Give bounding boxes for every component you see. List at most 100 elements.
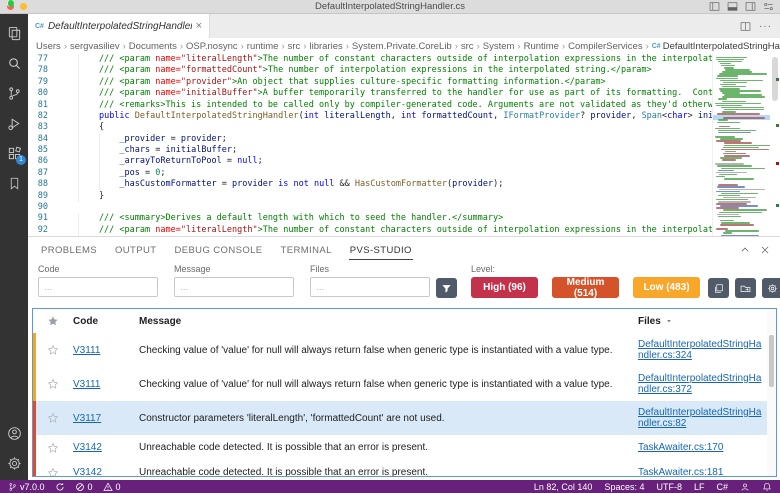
code-line[interactable]: 85 _chars = initialBuffer; <box>28 145 712 157</box>
split-editor-icon[interactable] <box>740 21 751 32</box>
breadcrumb-item[interactable]: runtime <box>247 41 279 52</box>
extensions-icon[interactable]: 1 <box>0 138 28 168</box>
code-line[interactable]: 89 } <box>28 190 712 202</box>
level-button-low[interactable]: Low (483) <box>633 277 700 298</box>
code-line[interactable]: 91 /// <summary>Derives a default length… <box>28 213 712 225</box>
message-filter-input[interactable] <box>174 277 294 297</box>
favorite-star-icon[interactable] <box>33 467 73 476</box>
settings-gear-icon[interactable] <box>0 448 28 478</box>
breadcrumb-item[interactable]: src <box>461 41 474 52</box>
code-line[interactable]: 79 /// <param name="provider">An object … <box>28 76 712 89</box>
warning-file-link[interactable]: TaskAwaiter.cs:170 <box>638 442 766 454</box>
breadcrumb-item[interactable]: Documents <box>129 41 177 52</box>
warning-row[interactable]: V3142 Unreachable code detected. It is po… <box>33 435 776 460</box>
eol-item[interactable]: LF <box>694 482 705 492</box>
warning-code-link[interactable]: V3111 <box>73 379 100 390</box>
pvs-settings-button[interactable] <box>762 278 780 298</box>
tab-default-interpolated-string-handler[interactable]: C# DefaultInterpolatedStringHandler.cs × <box>28 14 210 38</box>
warning-file-link[interactable]: TaskAwaiter.cs:181 <box>638 467 766 476</box>
favorite-star-icon[interactable] <box>33 378 73 390</box>
favorites-column-header[interactable] <box>33 315 73 327</box>
cursor-position-item[interactable]: Ln 82, Col 140 <box>534 482 593 492</box>
code-line[interactable]: 88 _hasCustomFormatter = provider is not… <box>28 179 712 191</box>
pvs-version-item[interactable]: v7.0.0 <box>8 482 45 492</box>
breadcrumb-item[interactable]: src <box>288 41 301 52</box>
level-button-medium[interactable]: Medium (514) <box>552 277 619 299</box>
code-line[interactable]: 81 /// <remarks>This is intended to be c… <box>28 99 712 111</box>
breadcrumb-item[interactable]: DefaultInterpolatedStringHandler.cs <box>663 41 780 52</box>
code-line[interactable]: 80 /// <param name="initialBuffer">A buf… <box>28 88 712 100</box>
maximize-panel-icon[interactable] <box>740 245 750 255</box>
feedback-item[interactable] <box>740 482 750 492</box>
search-icon[interactable] <box>0 48 28 78</box>
account-icon[interactable] <box>0 418 28 448</box>
customize-layout-icon[interactable] <box>763 1 774 12</box>
favorite-star-icon[interactable] <box>33 412 73 424</box>
warning-code-link[interactable]: V3117 <box>73 413 101 424</box>
copy-report-button[interactable] <box>708 278 729 298</box>
breadcrumb-item[interactable]: Runtime <box>524 41 559 52</box>
toggle-panel-icon[interactable] <box>727 1 738 12</box>
warning-code-link[interactable]: V3142 <box>73 442 102 453</box>
errors-item[interactable]: 0 <box>75 482 93 492</box>
bookmarks-icon[interactable] <box>0 168 28 198</box>
warning-row[interactable]: V3142 Unreachable code detected. It is po… <box>33 460 776 476</box>
code-line[interactable]: 77 /// <param name="literalLength">The n… <box>28 54 712 66</box>
warning-file-link[interactable]: DefaultInterpolatedStringHandler.cs:82 <box>638 407 766 430</box>
editor-scrollbar[interactable] <box>770 54 780 236</box>
code-line[interactable]: 87 _pos = 0; <box>28 167 712 180</box>
panel-tab-problems[interactable]: PROBLEMS <box>40 240 98 259</box>
breadcrumb-item[interactable]: libraries <box>309 41 342 52</box>
warning-code-link[interactable]: V3142 <box>73 467 102 476</box>
code-line[interactable]: 92 /// <param name="literalLength">The n… <box>28 224 712 236</box>
filter-funnel-button[interactable] <box>436 278 457 298</box>
warning-file-link[interactable]: DefaultInterpolatedStringHandler.cs:324 <box>638 339 766 362</box>
table-scrollbar[interactable] <box>767 309 776 476</box>
code-filter-input[interactable] <box>38 277 158 297</box>
encoding-item[interactable]: UTF-8 <box>656 482 682 492</box>
source-control-icon[interactable] <box>0 78 28 108</box>
breadcrumb-item[interactable]: CompilerServices <box>568 41 642 52</box>
code-editor[interactable]: 77 /// <param name="literalLength">The n… <box>28 54 780 236</box>
minimap[interactable] <box>712 54 770 236</box>
code-line[interactable]: 78 /// <param name="formattedCount">The … <box>28 65 712 77</box>
close-panel-icon[interactable] <box>760 245 770 255</box>
breadcrumb-item[interactable]: OSP.nosync <box>186 41 238 52</box>
warning-file-link[interactable]: DefaultInterpolatedStringHandler.cs:372 <box>638 373 766 396</box>
table-scrollbar-thumb[interactable] <box>769 335 774 387</box>
panel-tab-pvs-studio[interactable]: PVS-STUDIO <box>348 240 413 260</box>
panel-tab-output[interactable]: OUTPUT <box>114 240 157 259</box>
warnings-item[interactable]: 0 <box>102 482 121 492</box>
level-button-high[interactable]: High (96) <box>471 277 538 298</box>
breadcrumb-item[interactable]: Users <box>36 41 61 52</box>
breadcrumb-item[interactable]: System <box>483 41 515 52</box>
code-line[interactable]: 84 _provider = provider; <box>28 133 712 145</box>
favorite-star-icon[interactable] <box>33 344 73 356</box>
files-column-header[interactable]: Files <box>638 316 776 327</box>
explorer-icon[interactable] <box>0 18 28 48</box>
run-debug-icon[interactable] <box>0 108 28 138</box>
code-line[interactable]: 83 { <box>28 122 712 134</box>
warning-code-link[interactable]: V3111 <box>73 345 100 356</box>
indentation-item[interactable]: Spaces: 4 <box>604 482 644 492</box>
message-column-header[interactable]: Message <box>139 316 638 327</box>
breadcrumb-item[interactable]: System.Private.CoreLib <box>352 41 452 52</box>
code-line[interactable]: 86 _arrayToReturnToPool = null; <box>28 156 712 168</box>
warning-row[interactable]: V3111 Checking value of 'value' for null … <box>33 367 776 401</box>
code-column-header[interactable]: Code <box>73 316 139 327</box>
toggle-sidebar-icon[interactable] <box>709 1 720 12</box>
warning-row[interactable]: V3117 Constructor parameters 'literalLeng… <box>33 401 776 435</box>
open-report-button[interactable] <box>735 278 756 298</box>
breadcrumb-item[interactable]: sergvasiliev <box>70 41 120 52</box>
language-mode-item[interactable]: C# <box>716 482 728 492</box>
files-filter-input[interactable] <box>310 277 430 297</box>
panel-tab-terminal[interactable]: TERMINAL <box>280 240 333 259</box>
sync-status-item[interactable] <box>55 482 65 492</box>
warning-row[interactable]: V3111 Checking value of 'value' for null … <box>33 333 776 367</box>
tab-close-icon[interactable]: × <box>196 20 202 32</box>
favorite-star-icon[interactable] <box>33 442 73 454</box>
code-line[interactable]: 82 public DefaultInterpolatedStringHandl… <box>28 110 712 123</box>
more-actions-icon[interactable]: ··· <box>759 21 772 32</box>
code-line[interactable]: 90 <box>28 202 712 213</box>
notifications-item[interactable] <box>762 482 772 492</box>
